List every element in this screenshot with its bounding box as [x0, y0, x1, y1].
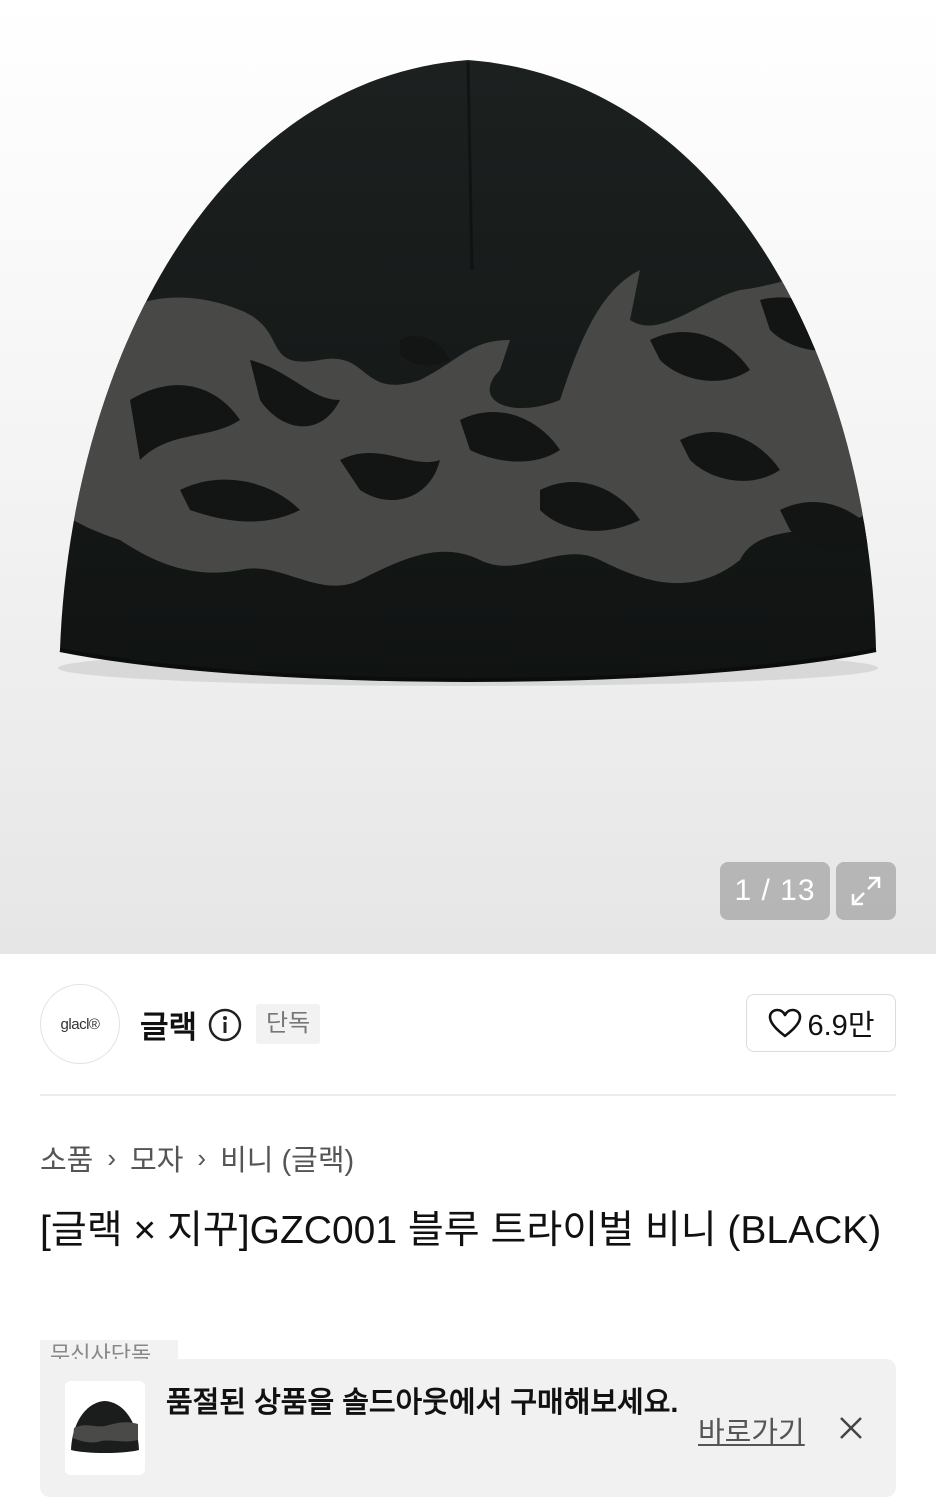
breadcrumb-item-beanie[interactable]: 비니 (글랙): [220, 1137, 354, 1179]
like-count: 6.9만: [807, 1010, 875, 1042]
heart-icon: [768, 1008, 801, 1038]
divider: [40, 1094, 896, 1096]
soldout-toast: 품절된 상품을 솔드아웃에서 구매해보세요. 바로가기: [40, 1359, 896, 1497]
toast-product-thumbnail: [65, 1381, 145, 1475]
chevron-right-icon: ›: [197, 1142, 207, 1173]
breadcrumb-item-hat[interactable]: 모자: [130, 1137, 183, 1179]
brand-row: glacl® 글랙 단독 6.9만: [40, 984, 896, 1064]
go-now-link[interactable]: 바로가기: [698, 1409, 805, 1451]
expand-button[interactable]: [836, 862, 896, 920]
close-icon[interactable]: [836, 1413, 866, 1443]
expand-icon: [851, 876, 881, 906]
like-button[interactable]: 6.9만: [746, 994, 896, 1052]
brand-name[interactable]: 글랙: [140, 1002, 197, 1047]
exclusive-badge: 단독: [256, 1004, 321, 1044]
breadcrumb: 소품 › 모자 › 비니 (글랙): [40, 1138, 354, 1178]
toast-message: 품절된 상품을 솔드아웃에서 구매해보세요.: [166, 1387, 679, 1419]
product-title: [글랙 × 지꾸]GZC001 블루 트라이벌 비니 (BLACK): [40, 1209, 882, 1252]
product-image-gallery[interactable]: 1 / 13: [0, 0, 936, 954]
brand-logo[interactable]: glacl®: [40, 984, 120, 1064]
breadcrumb-item-accessories[interactable]: 소품: [40, 1137, 93, 1179]
chevron-right-icon: ›: [107, 1142, 117, 1173]
brand-logo-text: glacl®: [60, 1015, 100, 1033]
image-counter: 1 / 13: [720, 862, 830, 920]
product-image: [58, 60, 878, 686]
info-icon[interactable]: [208, 1008, 242, 1042]
